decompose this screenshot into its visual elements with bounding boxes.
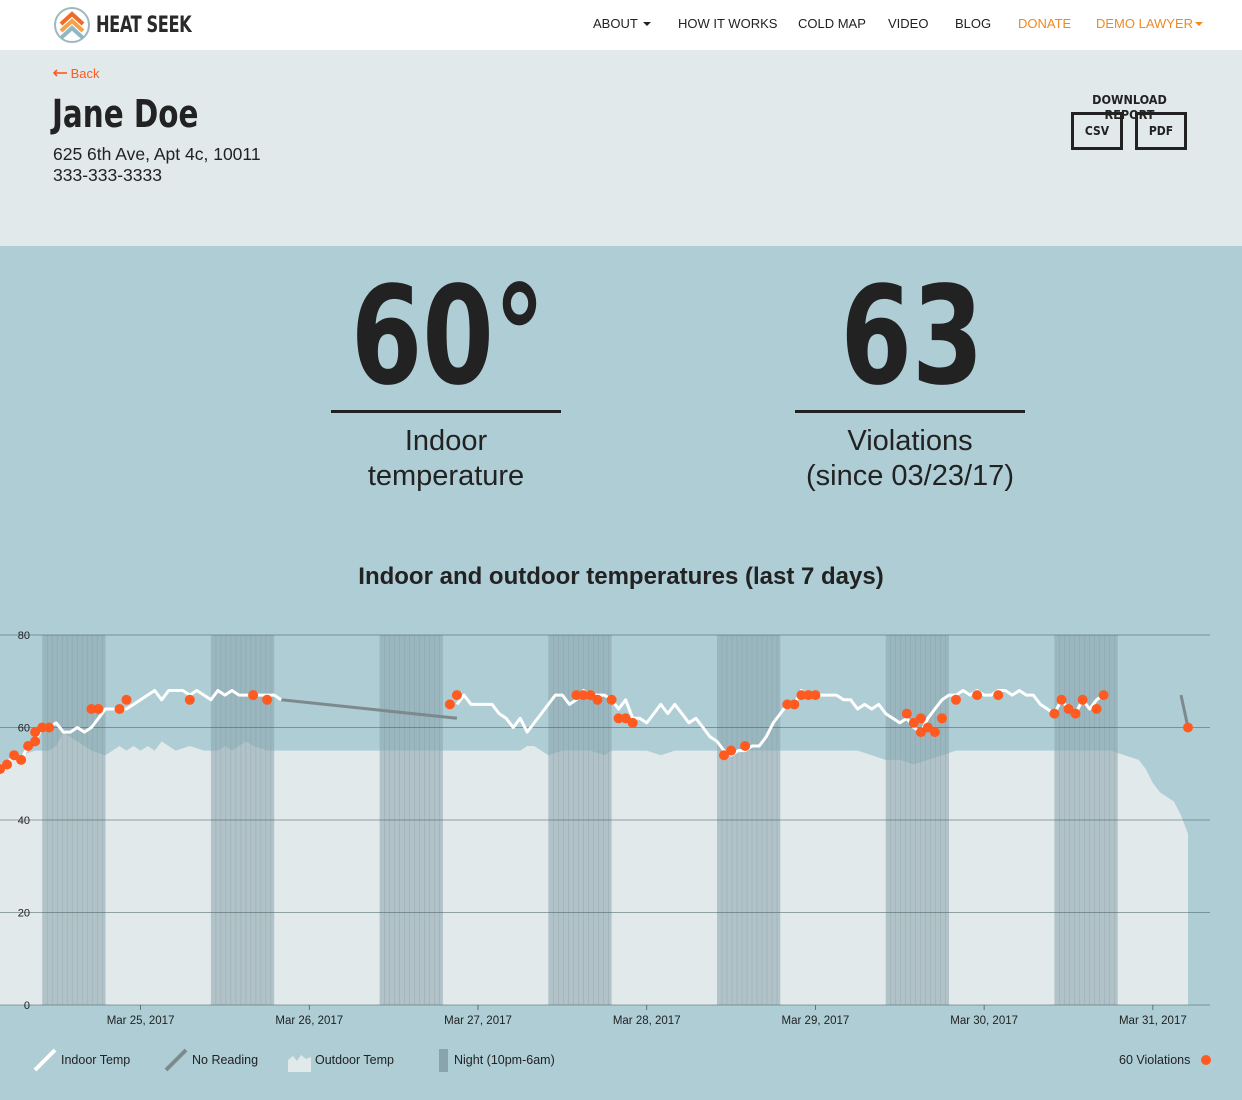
x-tick-label: Mar 28, 2017 xyxy=(613,1015,681,1027)
violation-dot xyxy=(1183,722,1193,733)
legend-outdoor-label: Outdoor Temp xyxy=(315,1053,394,1067)
violation-dot xyxy=(993,690,1004,701)
violation-dot xyxy=(2,759,12,770)
brand-name: HEAT SEEK xyxy=(96,12,192,38)
indoor-temperature-label: Indoor temperature xyxy=(286,424,606,494)
legend-indoor-label: Indoor Temp xyxy=(61,1053,131,1067)
violation-dot xyxy=(810,690,821,701)
violation-dot xyxy=(44,722,55,733)
back-link[interactable]: Back xyxy=(52,66,100,81)
indoor-temperature-value: 60° xyxy=(350,258,546,416)
legend-violations-label: 60 Violations xyxy=(1119,1053,1191,1067)
violation-dot xyxy=(262,694,273,705)
arrow-left-icon xyxy=(52,69,67,77)
violation-dot xyxy=(451,690,462,701)
chevron-logo-icon xyxy=(54,7,90,43)
download-csv-button[interactable]: CSV xyxy=(1071,112,1123,150)
nav-item-about[interactable]: ABOUT xyxy=(593,0,651,50)
temperature-chart: 0 20 40 60 80 Mar 25, 2017 Mar 26, 2017 Mar 27,… xyxy=(0,630,1210,1027)
x-tick-label: Mar 29, 2017 xyxy=(782,1015,850,1027)
x-tick-label: Mar 26, 2017 xyxy=(275,1015,343,1027)
nav-item-label: DEMO LAWYER xyxy=(1096,16,1194,31)
violation-dot xyxy=(627,717,638,728)
tenant-address: 625 6th Ave, Apt 4c, 10011 xyxy=(53,144,261,164)
violations-count: 63 xyxy=(840,258,984,416)
violation-dot xyxy=(901,708,912,719)
violation-dot xyxy=(93,704,104,714)
violation-dot xyxy=(248,690,259,701)
y-tick-label: 80 xyxy=(18,630,30,642)
y-tick-label: 0 xyxy=(24,1000,30,1012)
legend-indoor-temp: Indoor Temp xyxy=(33,1047,130,1073)
x-tick-label: Mar 25, 2017 xyxy=(107,1015,175,1027)
legend-outdoor-temp: Outdoor Temp xyxy=(287,1047,394,1073)
violation-dot xyxy=(121,694,132,705)
violations-label: Violations (since 03/23/17) xyxy=(750,424,1070,494)
caret-down-icon xyxy=(1195,22,1204,26)
violations-label-line-1: Violations xyxy=(847,425,973,457)
tenant-name: Jane Doe xyxy=(52,92,199,136)
violation-dot-swatch-icon xyxy=(1201,1055,1212,1065)
legend-no-reading-label: No Reading xyxy=(192,1053,259,1067)
violation-dot xyxy=(726,745,737,756)
indoor-line-swatch-icon xyxy=(33,1048,57,1072)
y-tick-label: 20 xyxy=(18,908,30,920)
violation-dot xyxy=(30,736,41,747)
outdoor-area-swatch-icon xyxy=(288,1055,311,1072)
legend-night: Night (10pm-6am) xyxy=(438,1047,555,1073)
nav-item-demo-lawyer[interactable]: DEMO LAWYER xyxy=(1096,0,1204,50)
violation-dot xyxy=(1049,708,1060,719)
legend-violations: 60 Violations xyxy=(1119,1047,1220,1073)
violation-dot xyxy=(1091,704,1102,714)
back-label: Back xyxy=(70,66,100,81)
violation-dot xyxy=(789,699,800,710)
violation-dot xyxy=(606,694,617,705)
caret-down-icon xyxy=(642,22,651,26)
tenant-header: Back Jane Doe 625 6th Ave, Apt 4c, 10011… xyxy=(0,50,1242,246)
nav-item-label: ABOUT xyxy=(593,16,638,31)
violation-dot xyxy=(16,754,27,765)
tenant-phone: 333-333-3333 xyxy=(53,165,162,185)
violations-divider xyxy=(795,410,1025,413)
nav-item-video[interactable]: VIDEO xyxy=(888,0,928,50)
violation-dot xyxy=(915,713,926,724)
violation-dot xyxy=(592,694,603,705)
heat-seek-logo[interactable]: HEAT SEEK xyxy=(54,5,212,45)
violation-dot xyxy=(444,699,455,710)
nav-item-how-it-works[interactable]: HOW IT WORKS xyxy=(678,0,777,50)
violation-dot xyxy=(1070,708,1081,719)
nav-item-donate[interactable]: DONATE xyxy=(1018,0,1071,50)
indoor-divider xyxy=(331,410,561,413)
legend-night-label: Night (10pm-6am) xyxy=(454,1053,555,1067)
violation-dot xyxy=(1077,694,1088,705)
indoor-label-line-2: temperature xyxy=(367,460,525,492)
legend-no-reading: No Reading xyxy=(164,1047,258,1073)
chart-title: Indoor and outdoor temperatures (last 7 … xyxy=(358,563,884,590)
y-tick-label: 40 xyxy=(18,815,30,827)
nav-item-cold-map[interactable]: COLD MAP xyxy=(798,0,866,50)
violation-dot xyxy=(937,713,947,724)
violation-dot xyxy=(114,704,125,714)
violation-dot xyxy=(184,694,195,705)
download-pdf-button[interactable]: PDF xyxy=(1135,112,1187,150)
violation-dot xyxy=(972,690,983,701)
no-reading-line-swatch-icon xyxy=(164,1048,188,1072)
top-nav: HEAT SEEK ABOUT HOW IT WORKS COLD MAP VI… xyxy=(0,0,1242,50)
x-tick-label: Mar 31, 2017 xyxy=(1119,1015,1187,1027)
violation-dot xyxy=(1098,690,1109,701)
violation-dot xyxy=(740,741,751,751)
y-tick-label: 60 xyxy=(18,723,30,735)
indoor-label-line-1: Indoor xyxy=(404,425,488,457)
x-tick-label: Mar 27, 2017 xyxy=(444,1015,512,1027)
x-tick-label: Mar 30, 2017 xyxy=(950,1015,1018,1027)
violation-dot xyxy=(951,694,961,705)
night-band-swatch-icon xyxy=(439,1049,448,1072)
violations-label-line-2: (since 03/23/17) xyxy=(806,460,1014,492)
violation-dot xyxy=(929,727,940,738)
nav-item-blog[interactable]: BLOG xyxy=(955,0,991,50)
violation-dot xyxy=(1056,694,1067,705)
